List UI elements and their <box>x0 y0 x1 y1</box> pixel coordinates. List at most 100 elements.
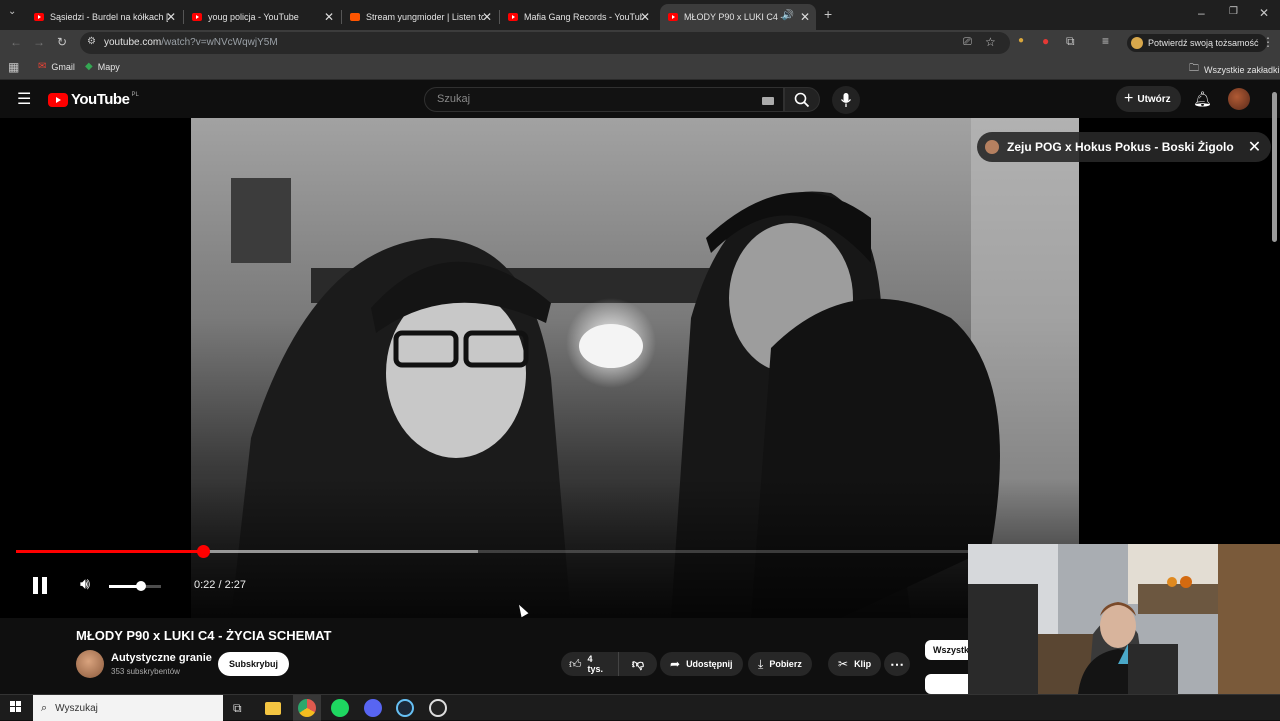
end-card-suggestion[interactable]: Zeju POG x Hokus Pokus - Boski Żigolo ✕ <box>977 132 1272 162</box>
discord-icon[interactable] <box>364 699 382 717</box>
browser-tab[interactable]: Mafia Gang Records - YouTube ✕ <box>500 4 656 30</box>
close-tab-icon[interactable]: ✕ <box>324 10 334 24</box>
taskbar-search-box[interactable]: ⌕ Wyszukaj <box>33 695 223 721</box>
cast-icon[interactable]: ⎚ <box>963 36 972 49</box>
profile-button[interactable]: Potwierdź swoją tożsamość <box>1127 34 1267 52</box>
extension-icon[interactable]: ● <box>1018 35 1024 46</box>
back-icon[interactable]: ← <box>10 35 22 49</box>
plus-icon: + <box>1124 90 1134 107</box>
chrome-menu-icon[interactable]: ⋮ <box>1262 35 1274 49</box>
spotify-icon[interactable] <box>331 699 349 717</box>
volume-slider[interactable] <box>109 581 161 591</box>
browser-tab[interactable]: Stream yungmioder | Listen to ✕ <box>342 4 498 30</box>
account-avatar[interactable] <box>1228 88 1250 110</box>
thumbs-up-icon: 👍︎ <box>569 656 582 671</box>
steam-icon[interactable] <box>396 699 414 717</box>
file-explorer-icon[interactable] <box>265 702 281 715</box>
channel-avatar[interactable] <box>76 650 104 678</box>
search-input[interactable] <box>437 93 737 105</box>
minimize-icon[interactable]: – <box>1198 6 1205 20</box>
youtube-icon <box>508 13 518 21</box>
channel-name[interactable]: Autystyczne granie <box>111 652 212 664</box>
keyboard-icon[interactable] <box>762 97 774 105</box>
audio-playing-icon[interactable]: 🔊 <box>782 10 794 21</box>
close-tab-icon[interactable]: ✕ <box>166 10 176 24</box>
folder-icon: 🗀 <box>1189 63 1199 74</box>
url-text[interactable]: youtube.com/watch?v=wNVcWqwjY5M <box>104 37 278 48</box>
close-icon[interactable]: ✕ <box>1248 137 1261 157</box>
youtube-logo[interactable]: YouTube PL <box>48 91 139 108</box>
bookmark-maps[interactable]: ◆ Mapy <box>85 61 120 72</box>
like-button[interactable]: 👍︎ 4 tys. <box>561 652 619 676</box>
bookmark-gmail[interactable]: ✉ Gmail <box>38 61 75 72</box>
taskbar-search-placeholder: Wyszukaj <box>55 702 98 714</box>
country-code: PL <box>131 91 139 98</box>
video-title: MŁODY P90 x LUKI C4 - ŻYCIA SCHEMAT <box>76 628 332 643</box>
browser-tab[interactable]: Sąsiedzi - Burdel na kółkach [P ✕ <box>26 4 182 30</box>
search-icon <box>794 92 810 108</box>
webcam-image <box>968 544 1280 694</box>
more-horizontal-icon: ⋯ <box>890 655 904 672</box>
profile-avatar-icon <box>1131 37 1143 49</box>
volume-icon[interactable]: 🔊︎ <box>80 576 90 594</box>
youtube-icon <box>192 13 202 21</box>
reload-icon[interactable]: ↻ <box>57 35 67 49</box>
share-label: Udostępnij <box>686 659 733 669</box>
progress-played <box>16 550 204 553</box>
pause-button[interactable] <box>28 574 52 598</box>
restore-icon[interactable]: ❐ <box>1229 6 1238 17</box>
browser-tab[interactable]: youg policja - YouTube ✕ <box>184 4 340 30</box>
windows-start-icon[interactable] <box>10 701 22 713</box>
video-player[interactable]: Zeju POG x Hokus Pokus - Boski Żigolo ✕ … <box>0 118 1280 618</box>
end-card-title: Zeju POG x Hokus Pokus - Boski Żigolo <box>1007 140 1234 154</box>
youtube-icon <box>34 13 44 21</box>
apps-grid-icon[interactable]: ▦ <box>8 60 19 74</box>
close-tab-icon[interactable]: ✕ <box>640 10 650 24</box>
all-bookmarks[interactable]: 🗀 Wszystkie zakładki <box>1189 61 1280 78</box>
browser-tab-active[interactable]: MŁODY P90 x LUKI C4 - ŻYC 🔊 ✕ <box>660 4 816 30</box>
extensions-puzzle-icon[interactable]: ⧉ <box>1066 34 1075 49</box>
filter-chip-all[interactable]: Wszystk <box>925 640 970 660</box>
microphone-icon <box>840 93 852 107</box>
close-tab-icon[interactable]: ✕ <box>482 10 492 24</box>
task-view-icon[interactable]: ⧉ <box>233 701 242 716</box>
share-button[interactable]: ➦ Udostępnij <box>660 652 743 676</box>
site-info-icon[interactable]: ⚙ <box>87 36 96 47</box>
close-tab-icon[interactable]: ✕ <box>800 10 810 24</box>
create-button[interactable]: + Utwórz <box>1116 86 1181 112</box>
voice-search-button[interactable] <box>832 86 860 114</box>
subscribe-button[interactable]: Subskrybuj <box>218 652 290 676</box>
youtube-masthead: ☰ YouTube PL + Utwórz 🔔︎ <box>0 80 1280 118</box>
maps-icon: ◆ <box>85 61 93 72</box>
scrollbar-thumb[interactable] <box>1272 92 1277 242</box>
tab-search-icon[interactable]: ⌄ <box>8 6 16 17</box>
close-window-icon[interactable]: ✕ <box>1259 6 1269 20</box>
media-controls-icon[interactable]: ≡ <box>1102 34 1109 48</box>
active-app-indicator <box>293 695 321 721</box>
youtube-logo-icon <box>48 92 68 107</box>
more-actions-button[interactable]: ⋯ <box>884 652 910 676</box>
download-label: Pobierz <box>769 659 802 669</box>
search-button[interactable] <box>784 87 820 112</box>
search-icon: ⌕ <box>41 701 48 714</box>
tab-title: Stream yungmioder | Listen to <box>366 12 484 22</box>
extension-adblock-icon[interactable]: ● <box>1042 34 1049 48</box>
clip-button[interactable]: ✂ Klip <box>828 652 882 676</box>
obs-icon[interactable] <box>429 699 447 717</box>
tab-title: MŁODY P90 x LUKI C4 - ŻYC <box>684 12 784 22</box>
channel-thumbnail-icon <box>985 140 999 154</box>
new-tab-icon[interactable]: + <box>824 6 832 22</box>
notifications-bell-icon[interactable]: 🔔︎ <box>1193 90 1212 108</box>
forward-icon[interactable]: → <box>33 35 45 49</box>
dislike-button[interactable]: 👎︎ <box>619 652 657 676</box>
bookmark-star-icon[interactable]: ☆ <box>985 35 996 49</box>
filter-chip[interactable] <box>925 674 970 694</box>
url-host: youtube.com <box>104 37 162 48</box>
hamburger-menu-icon[interactable]: ☰ <box>17 89 31 109</box>
page-scrollbar[interactable] <box>1271 86 1278 686</box>
tab-title: youg policja - YouTube <box>208 12 299 22</box>
search-box[interactable] <box>424 87 784 112</box>
thumbs-down-icon: 👎︎ <box>631 656 645 671</box>
download-button[interactable]: ⤓ Pobierz <box>748 652 812 676</box>
address-bar[interactable]: ⚙ youtube.com/watch?v=wNVcWqwjY5M ⎚ ☆ <box>80 32 1010 54</box>
